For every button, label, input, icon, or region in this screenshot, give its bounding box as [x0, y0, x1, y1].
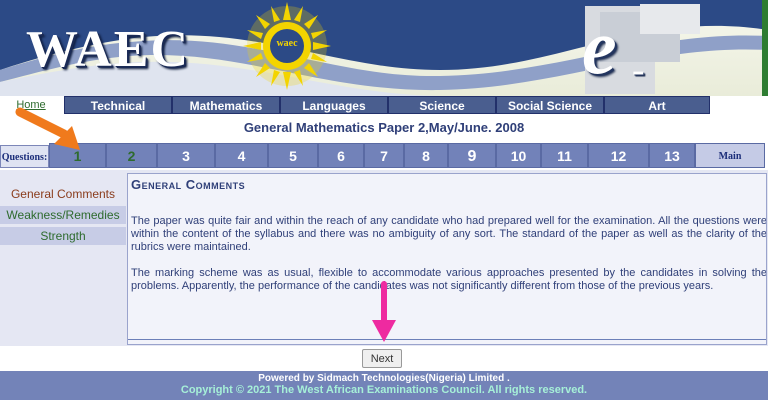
banner-edge: [762, 0, 768, 96]
pink-arrow-icon: [372, 281, 396, 342]
sidebar-item-strength[interactable]: Strength: [0, 227, 126, 245]
header-banner: WAEC waec e -learning: [0, 0, 768, 96]
question-link-12[interactable]: 12: [588, 143, 649, 168]
question-link-3[interactable]: 3: [157, 143, 215, 168]
logo-text: waec: [276, 38, 298, 49]
main-nav: Home Technical Mathematics Languages Sci…: [0, 96, 768, 114]
question-link-11[interactable]: 11: [541, 143, 588, 168]
question-link-2[interactable]: 2: [106, 143, 157, 168]
copyright-text: Copyright © 2021 The West African Examin…: [180, 384, 588, 396]
powered-by-text: Powered by Sidmach Technologies(Nigeria)…: [258, 373, 510, 384]
footer: Powered by Sidmach Technologies(Nigeria)…: [0, 371, 768, 400]
main-link[interactable]: Main: [695, 143, 765, 168]
question-link-13[interactable]: 13: [649, 143, 695, 168]
question-link-4[interactable]: 4: [215, 143, 268, 168]
elearning-word: -learning: [632, 49, 761, 96]
comment-paragraph: The paper was quite fair and within the …: [131, 215, 767, 253]
elearning-e: e: [582, 3, 617, 90]
question-link-8[interactable]: 8: [404, 143, 448, 168]
waec-brand: WAEC: [26, 21, 191, 78]
comment-paragraph: The marking scheme was as usual, flexibl…: [131, 267, 767, 292]
sidebar-item-general-comments[interactable]: General Comments: [0, 185, 126, 203]
nav-social-science[interactable]: Social Science: [496, 96, 604, 114]
nav-art[interactable]: Art: [604, 96, 710, 114]
nav-languages[interactable]: Languages: [280, 96, 388, 114]
next-button[interactable]: Next: [362, 349, 402, 368]
sidebar-item-weakness-remedies[interactable]: Weakness/Remedies: [0, 206, 126, 224]
question-link-9[interactable]: 9: [448, 143, 496, 168]
question-link-7[interactable]: 7: [364, 143, 404, 168]
panel-divider: [128, 339, 766, 340]
nav-mathematics[interactable]: Mathematics: [172, 96, 280, 114]
question-link-6[interactable]: 6: [318, 143, 364, 168]
orange-arrow-icon: [15, 107, 80, 150]
nav-science[interactable]: Science: [388, 96, 496, 114]
comments-panel: General Comments The paper was quite fai…: [127, 173, 767, 345]
panel-heading: General Comments: [131, 177, 246, 192]
page-title: General Mathematics Paper 2,May/June. 20…: [243, 120, 525, 135]
questions-bar: Questions: 1 2 3 4 5 6 7 8 9 10 11 12 13…: [0, 143, 765, 168]
question-link-10[interactable]: 10: [496, 143, 541, 168]
sidebar: General Comments Weakness/Remedies Stren…: [0, 185, 126, 248]
question-link-5[interactable]: 5: [268, 143, 318, 168]
